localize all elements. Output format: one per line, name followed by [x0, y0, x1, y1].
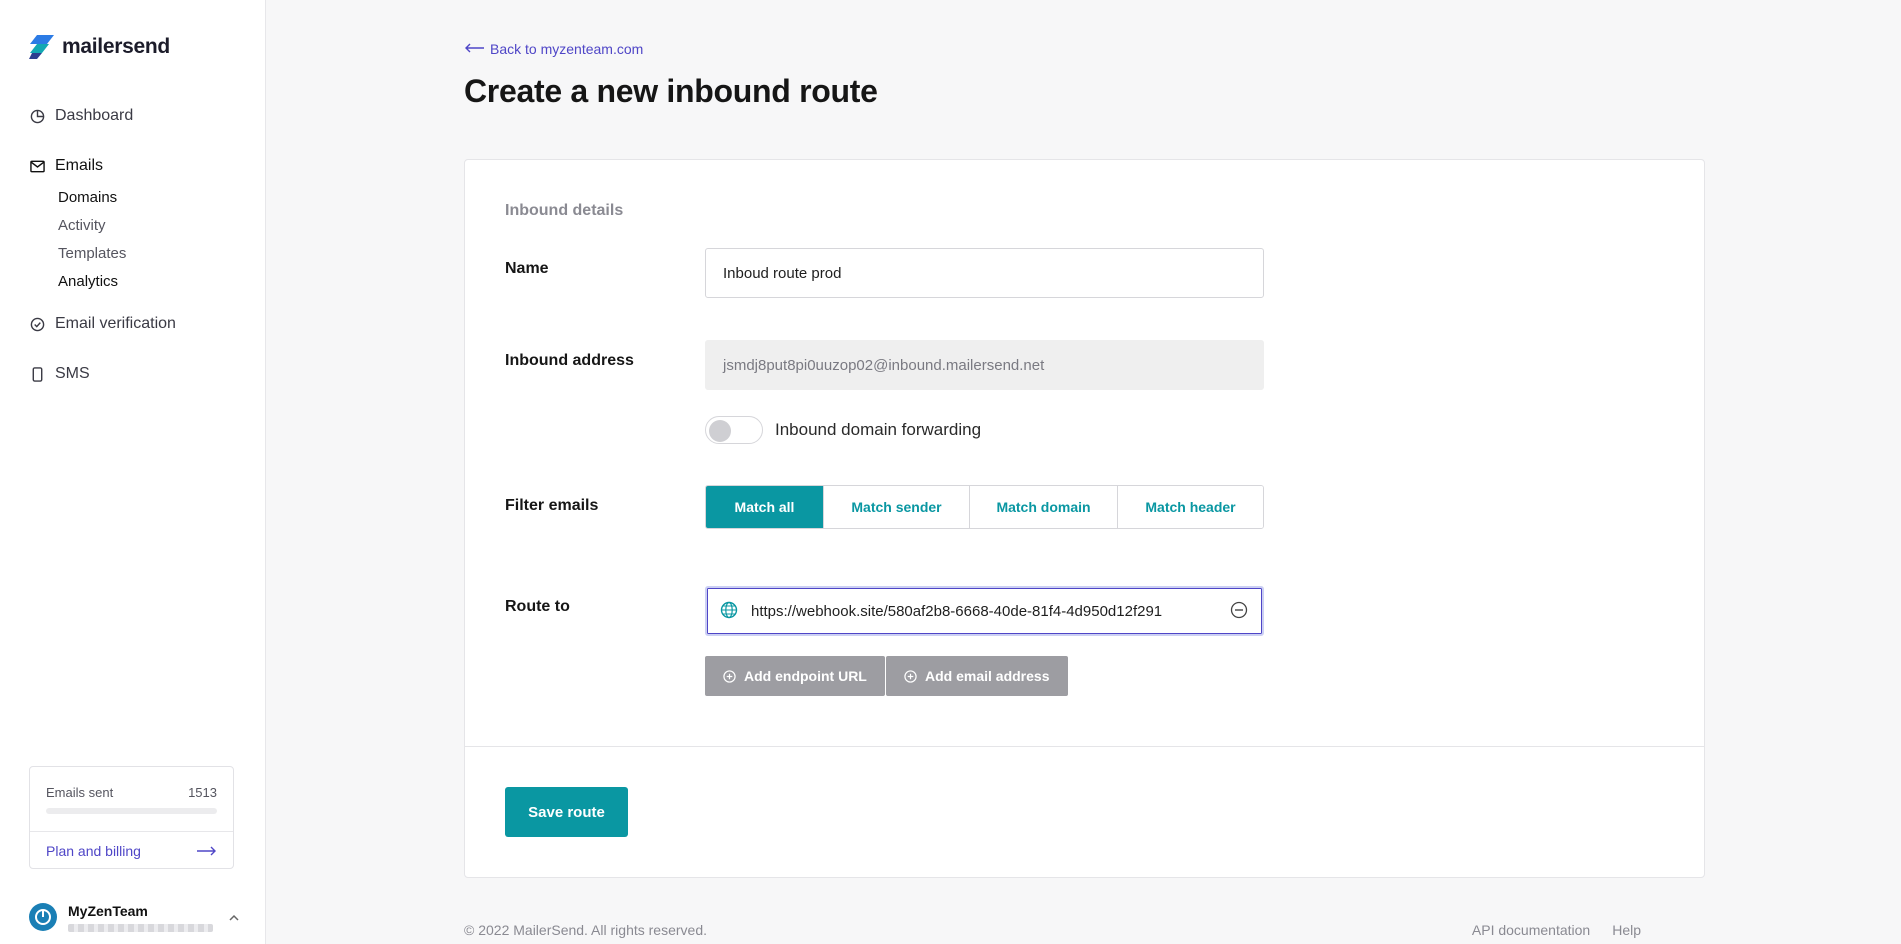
mailersend-logo-icon	[29, 34, 55, 60]
inbound-address-field: jsmdj8put8pi0uuzop02@inbound.mailersend.…	[705, 340, 1264, 390]
logo-text: mailersend	[62, 35, 170, 58]
forwarding-row: Inbound domain forwarding	[705, 416, 981, 444]
section-title: Inbound details	[505, 202, 624, 219]
route-to-label: Route to	[505, 598, 570, 615]
main-nav: Dashboard Emails Domains Activity Templa…	[29, 104, 249, 386]
phone-icon	[29, 366, 45, 382]
add-endpoint-button[interactable]: Add endpoint URL	[705, 656, 885, 696]
subnav-templates[interactable]: Templates	[58, 240, 249, 268]
nav-sms[interactable]: SMS	[29, 362, 249, 386]
nav-sms-label: SMS	[55, 365, 90, 382]
nav-emails-label: Emails	[55, 157, 104, 174]
account-switcher[interactable]: MyZenTeam	[29, 900, 239, 934]
check-circle-icon	[29, 316, 45, 332]
add-email-label: Add email address	[925, 668, 1050, 684]
page-title: Create a new inbound route	[464, 73, 878, 109]
footer-copyright: © 2022 MailerSend. All rights reserved.	[464, 922, 707, 938]
name-input-value: Inboud route prod	[723, 264, 842, 282]
emails-subnav: Domains Activity Templates Analytics	[58, 184, 249, 296]
inbound-address-value: jsmdj8put8pi0uuzop02@inbound.mailersend.…	[723, 356, 1045, 374]
route-url-value: https://webhook.site/580af2b8-6668-40de-…	[751, 602, 1163, 620]
inbound-form-card: Inbound details Name Inboud route prod I…	[464, 159, 1705, 878]
remove-circle-icon[interactable]	[1230, 601, 1250, 621]
filter-match-all[interactable]: Match all	[706, 486, 824, 528]
plus-circle-icon	[723, 669, 736, 683]
plus-circle-icon	[904, 669, 917, 683]
add-endpoint-label: Add endpoint URL	[744, 668, 867, 684]
account-email-blurred	[68, 923, 213, 932]
filter-emails-label: Filter emails	[505, 497, 599, 514]
plan-billing-label: Plan and billing	[46, 843, 141, 859]
usage-label: Emails sent	[46, 785, 114, 800]
account-name: MyZenTeam	[68, 902, 148, 919]
avatar	[29, 903, 57, 931]
forwarding-label: Inbound domain forwarding	[775, 420, 982, 439]
subnav-activity[interactable]: Activity	[58, 212, 249, 240]
arrow-right-icon	[197, 843, 217, 859]
chevron-up-icon[interactable]	[229, 908, 239, 926]
filter-match-sender[interactable]: Match sender	[824, 486, 970, 528]
forwarding-toggle[interactable]	[705, 416, 763, 444]
globe-icon	[720, 601, 740, 621]
filter-match-header[interactable]: Match header	[1118, 486, 1263, 528]
filter-match-domain[interactable]: Match domain	[970, 486, 1118, 528]
footer-help-link[interactable]: Help	[1612, 922, 1641, 938]
sidebar: mailersend Dashboard Emails Domains Acti…	[0, 0, 266, 944]
back-link[interactable]: Back to myzenteam.com	[464, 40, 643, 57]
plan-billing-link[interactable]: Plan and billing	[46, 843, 217, 859]
nav-email-verification-label: Email verification	[55, 315, 176, 332]
nav-emails[interactable]: Emails	[29, 154, 249, 178]
arrow-left-icon	[464, 40, 484, 57]
name-input[interactable]: Inboud route prod	[705, 248, 1264, 298]
nav-dashboard[interactable]: Dashboard	[29, 104, 249, 128]
footer-api-docs-link[interactable]: API documentation	[1472, 922, 1590, 938]
subnav-domains[interactable]: Domains	[58, 184, 249, 212]
usage-card: Emails sent 1513 Plan and billing	[29, 766, 234, 869]
usage-count: 1513	[188, 785, 217, 800]
filter-segmented-control: Match all Match sender Match domain Matc…	[705, 485, 1264, 529]
nav-dashboard-label: Dashboard	[55, 107, 134, 124]
mail-icon	[29, 158, 45, 174]
footer-links: API documentation Help	[1472, 922, 1641, 938]
inbound-address-label: Inbound address	[505, 352, 634, 369]
logo[interactable]: mailersend	[29, 34, 170, 60]
subnav-analytics[interactable]: Analytics	[58, 268, 249, 296]
add-email-button[interactable]: Add email address	[886, 656, 1068, 696]
usage-progress-bar	[46, 808, 217, 814]
nav-email-verification[interactable]: Email verification	[29, 312, 249, 336]
back-link-label: Back to myzenteam.com	[490, 40, 644, 57]
name-label: Name	[505, 260, 549, 277]
dashboard-icon	[29, 108, 45, 124]
save-route-button[interactable]: Save route	[505, 787, 628, 837]
route-url-input[interactable]: https://webhook.site/580af2b8-6668-40de-…	[705, 586, 1264, 636]
